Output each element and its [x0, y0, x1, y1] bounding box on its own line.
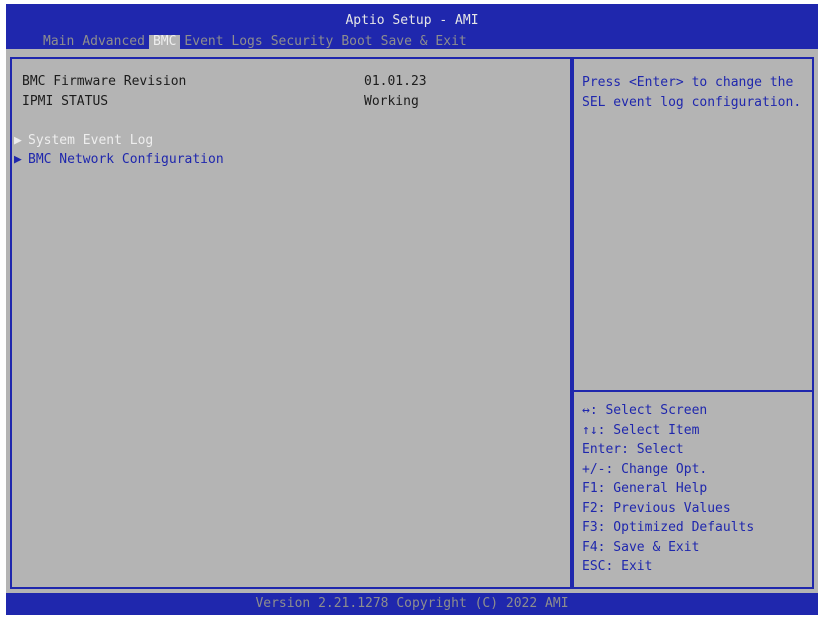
help-panel: Press <Enter> to change the SEL event lo…: [572, 57, 814, 589]
version-text: Version 2.21.1278 Copyright (C) 2022 AMI: [255, 596, 569, 611]
key-hint-previous-values: F2: Previous Values: [582, 500, 731, 516]
key-hint-general-help: F1: General Help: [582, 481, 708, 496]
submenu-system-event-log[interactable]: ▶ System Event Log: [14, 132, 153, 150]
tab-save-exit[interactable]: Save & Exit: [377, 35, 471, 49]
submenu-bmc-network-configuration[interactable]: ▶ BMC Network Configuration: [14, 151, 224, 169]
key-hint-select-screen: ↔: Select Screen: [582, 403, 708, 418]
key-hint-optimized-defaults: F3: Optimized Defaults: [582, 520, 755, 535]
submenu-label: BMC Network Configuration: [28, 152, 224, 167]
header-bar: Aptio Setup - AMI Main Advanced BMC Even…: [6, 4, 818, 49]
ipmi-status-label: IPMI STATUS: [22, 94, 109, 109]
tab-security[interactable]: Security: [267, 35, 338, 49]
key-hint-save-exit: F4: Save & Exit: [582, 539, 700, 555]
bmc-firmware-revision-value: 01.01.23: [364, 74, 427, 89]
footer-bar: Version 2.21.1278 Copyright (C) 2022 AMI: [6, 593, 818, 615]
bmc-firmware-revision-label: BMC Firmware Revision: [22, 74, 187, 89]
tab-bar: Main Advanced BMC Event Logs Security Bo…: [39, 35, 471, 49]
tab-advanced[interactable]: Advanced: [78, 35, 149, 49]
submenu-label: System Event Log: [28, 133, 154, 148]
settings-panel: BMC Firmware Revision 01.01.23 IPMI STAT…: [10, 57, 572, 589]
help-divider: [574, 390, 812, 392]
bios-setup-screen: Aptio Setup - AMI Main Advanced BMC Even…: [6, 4, 818, 615]
tab-main[interactable]: Main: [39, 35, 78, 49]
key-hint-exit: ESC: Exit: [582, 559, 653, 574]
help-description: Press <Enter> to change the SEL event lo…: [582, 75, 802, 110]
ipmi-status-value: Working: [364, 94, 419, 109]
key-hint-change-opt: +/-: Change Opt.: [582, 461, 708, 477]
tab-event-logs[interactable]: Event Logs: [180, 35, 266, 49]
key-legend: ↔: Select Screen ↑↓: Select Item Enter: …: [582, 401, 754, 577]
key-hint-select-item: ↑↓: Select Item: [582, 422, 700, 438]
tab-bmc[interactable]: BMC: [148, 35, 181, 49]
key-hint-enter: Enter: Select: [582, 442, 684, 457]
app-title: Aptio Setup - AMI: [345, 13, 479, 28]
submenu-arrow-icon: ▶: [14, 152, 22, 167]
submenu-arrow-icon: ▶: [14, 133, 22, 148]
tab-boot[interactable]: Boot: [337, 35, 376, 49]
